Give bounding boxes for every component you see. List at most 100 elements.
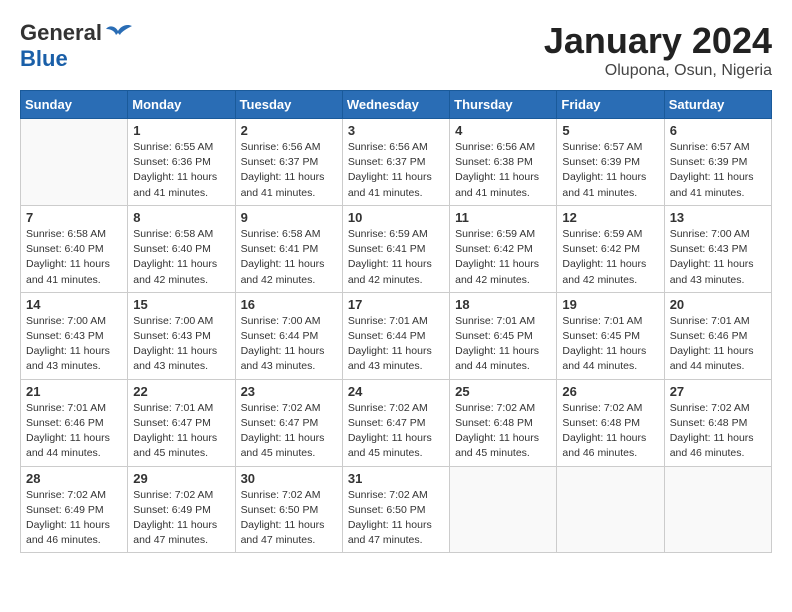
day-info: Sunrise: 7:01 AM Sunset: 6:45 PM Dayligh…: [455, 314, 551, 375]
month-title: January 2024: [544, 20, 772, 62]
calendar-cell: 8 Sunrise: 6:58 AM Sunset: 6:40 PM Daylig…: [128, 205, 235, 292]
day-info: Sunrise: 7:02 AM Sunset: 6:49 PM Dayligh…: [26, 488, 122, 549]
day-info: Sunrise: 7:01 AM Sunset: 6:44 PM Dayligh…: [348, 314, 444, 375]
day-number: 25: [455, 384, 551, 399]
calendar-cell: 28 Sunrise: 7:02 AM Sunset: 6:49 PM Dayli…: [21, 466, 128, 553]
calendar-week-row: 28 Sunrise: 7:02 AM Sunset: 6:49 PM Dayli…: [21, 466, 772, 553]
day-info: Sunrise: 6:59 AM Sunset: 6:42 PM Dayligh…: [562, 227, 658, 288]
day-number: 24: [348, 384, 444, 399]
day-info: Sunrise: 7:02 AM Sunset: 6:50 PM Dayligh…: [348, 488, 444, 549]
logo: General Blue: [20, 20, 134, 72]
day-info: Sunrise: 6:59 AM Sunset: 6:41 PM Dayligh…: [348, 227, 444, 288]
day-number: 14: [26, 297, 122, 312]
day-number: 8: [133, 210, 229, 225]
calendar-cell: 17 Sunrise: 7:01 AM Sunset: 6:44 PM Dayli…: [342, 292, 449, 379]
weekday-header-monday: Monday: [128, 91, 235, 119]
day-info: Sunrise: 7:01 AM Sunset: 6:47 PM Dayligh…: [133, 401, 229, 462]
day-info: Sunrise: 7:01 AM Sunset: 6:46 PM Dayligh…: [670, 314, 766, 375]
calendar-cell: 2 Sunrise: 6:56 AM Sunset: 6:37 PM Daylig…: [235, 119, 342, 206]
day-info: Sunrise: 7:02 AM Sunset: 6:47 PM Dayligh…: [241, 401, 337, 462]
logo-blue-text: Blue: [20, 46, 68, 72]
day-number: 27: [670, 384, 766, 399]
day-number: 11: [455, 210, 551, 225]
title-block: January 2024 Olupona, Osun, Nigeria: [544, 20, 772, 80]
day-number: 7: [26, 210, 122, 225]
day-info: Sunrise: 7:01 AM Sunset: 6:45 PM Dayligh…: [562, 314, 658, 375]
calendar-cell: 15 Sunrise: 7:00 AM Sunset: 6:43 PM Dayli…: [128, 292, 235, 379]
day-number: 22: [133, 384, 229, 399]
calendar-cell: 18 Sunrise: 7:01 AM Sunset: 6:45 PM Dayli…: [450, 292, 557, 379]
day-info: Sunrise: 7:02 AM Sunset: 6:48 PM Dayligh…: [455, 401, 551, 462]
day-info: Sunrise: 6:55 AM Sunset: 6:36 PM Dayligh…: [133, 140, 229, 201]
day-number: 10: [348, 210, 444, 225]
calendar-cell: 27 Sunrise: 7:02 AM Sunset: 6:48 PM Dayli…: [664, 379, 771, 466]
day-info: Sunrise: 7:00 AM Sunset: 6:43 PM Dayligh…: [26, 314, 122, 375]
calendar-cell: 24 Sunrise: 7:02 AM Sunset: 6:47 PM Dayli…: [342, 379, 449, 466]
weekday-header-row: SundayMondayTuesdayWednesdayThursdayFrid…: [21, 91, 772, 119]
calendar-cell: 5 Sunrise: 6:57 AM Sunset: 6:39 PM Daylig…: [557, 119, 664, 206]
day-number: 2: [241, 123, 337, 138]
location: Olupona, Osun, Nigeria: [544, 62, 772, 80]
day-number: 31: [348, 471, 444, 486]
weekday-header-wednesday: Wednesday: [342, 91, 449, 119]
day-number: 15: [133, 297, 229, 312]
calendar-cell: 20 Sunrise: 7:01 AM Sunset: 6:46 PM Dayli…: [664, 292, 771, 379]
calendar-cell: 31 Sunrise: 7:02 AM Sunset: 6:50 PM Dayli…: [342, 466, 449, 553]
day-number: 21: [26, 384, 122, 399]
page-header: General Blue January 2024 Olupona, Osun,…: [20, 20, 772, 80]
day-number: 3: [348, 123, 444, 138]
weekday-header-saturday: Saturday: [664, 91, 771, 119]
calendar-cell: 9Sunrise: 6:58 AM Sunset: 6:41 PM Daylig…: [235, 205, 342, 292]
day-info: Sunrise: 6:57 AM Sunset: 6:39 PM Dayligh…: [670, 140, 766, 201]
calendar-cell: 10 Sunrise: 6:59 AM Sunset: 6:41 PM Dayli…: [342, 205, 449, 292]
calendar-cell: 7 Sunrise: 6:58 AM Sunset: 6:40 PM Daylig…: [21, 205, 128, 292]
day-number: 5: [562, 123, 658, 138]
day-info: Sunrise: 7:00 AM Sunset: 6:44 PM Dayligh…: [241, 314, 337, 375]
day-info: Sunrise: 6:56 AM Sunset: 6:37 PM Dayligh…: [241, 140, 337, 201]
day-info: Sunrise: 7:01 AM Sunset: 6:46 PM Dayligh…: [26, 401, 122, 462]
day-info: Sunrise: 7:02 AM Sunset: 6:48 PM Dayligh…: [670, 401, 766, 462]
day-number: 29: [133, 471, 229, 486]
weekday-header-thursday: Thursday: [450, 91, 557, 119]
day-info: Sunrise: 7:02 AM Sunset: 6:48 PM Dayligh…: [562, 401, 658, 462]
calendar-cell: 25 Sunrise: 7:02 AM Sunset: 6:48 PM Dayli…: [450, 379, 557, 466]
day-info: Sunrise: 6:56 AM Sunset: 6:37 PM Dayligh…: [348, 140, 444, 201]
day-info: Sunrise: 6:58 AM Sunset: 6:40 PM Dayligh…: [26, 227, 122, 288]
day-info: Sunrise: 7:02 AM Sunset: 6:49 PM Dayligh…: [133, 488, 229, 549]
weekday-header-friday: Friday: [557, 91, 664, 119]
day-number: 18: [455, 297, 551, 312]
day-info: Sunrise: 6:57 AM Sunset: 6:39 PM Dayligh…: [562, 140, 658, 201]
calendar-cell: 13Sunrise: 7:00 AM Sunset: 6:43 PM Dayli…: [664, 205, 771, 292]
calendar-week-row: 1 Sunrise: 6:55 AM Sunset: 6:36 PM Daylig…: [21, 119, 772, 206]
calendar-cell: [450, 466, 557, 553]
day-info: Sunrise: 7:00 AM Sunset: 6:43 PM Dayligh…: [133, 314, 229, 375]
calendar-week-row: 14 Sunrise: 7:00 AM Sunset: 6:43 PM Dayli…: [21, 292, 772, 379]
calendar-cell: 26 Sunrise: 7:02 AM Sunset: 6:48 PM Dayli…: [557, 379, 664, 466]
day-number: 6: [670, 123, 766, 138]
day-info: Sunrise: 6:56 AM Sunset: 6:38 PM Dayligh…: [455, 140, 551, 201]
day-number: 26: [562, 384, 658, 399]
logo-bird-icon: [104, 21, 134, 46]
calendar-cell: [557, 466, 664, 553]
day-number: 20: [670, 297, 766, 312]
calendar-cell: 29 Sunrise: 7:02 AM Sunset: 6:49 PM Dayli…: [128, 466, 235, 553]
day-number: 4: [455, 123, 551, 138]
weekday-header-tuesday: Tuesday: [235, 91, 342, 119]
calendar-cell: 30Sunrise: 7:02 AM Sunset: 6:50 PM Dayli…: [235, 466, 342, 553]
calendar-cell: 6 Sunrise: 6:57 AM Sunset: 6:39 PM Daylig…: [664, 119, 771, 206]
day-info: Sunrise: 6:58 AM Sunset: 6:40 PM Dayligh…: [133, 227, 229, 288]
calendar-cell: 23Sunrise: 7:02 AM Sunset: 6:47 PM Dayli…: [235, 379, 342, 466]
calendar-cell: 22 Sunrise: 7:01 AM Sunset: 6:47 PM Dayli…: [128, 379, 235, 466]
calendar-cell: 4 Sunrise: 6:56 AM Sunset: 6:38 PM Daylig…: [450, 119, 557, 206]
day-info: Sunrise: 7:02 AM Sunset: 6:47 PM Dayligh…: [348, 401, 444, 462]
calendar-cell: 12 Sunrise: 6:59 AM Sunset: 6:42 PM Dayli…: [557, 205, 664, 292]
calendar-week-row: 21 Sunrise: 7:01 AM Sunset: 6:46 PM Dayli…: [21, 379, 772, 466]
day-number: 1: [133, 123, 229, 138]
calendar-week-row: 7 Sunrise: 6:58 AM Sunset: 6:40 PM Daylig…: [21, 205, 772, 292]
day-number: 12: [562, 210, 658, 225]
day-number: 28: [26, 471, 122, 486]
day-number: 16: [241, 297, 337, 312]
weekday-header-sunday: Sunday: [21, 91, 128, 119]
calendar-cell: [21, 119, 128, 206]
day-number: 17: [348, 297, 444, 312]
